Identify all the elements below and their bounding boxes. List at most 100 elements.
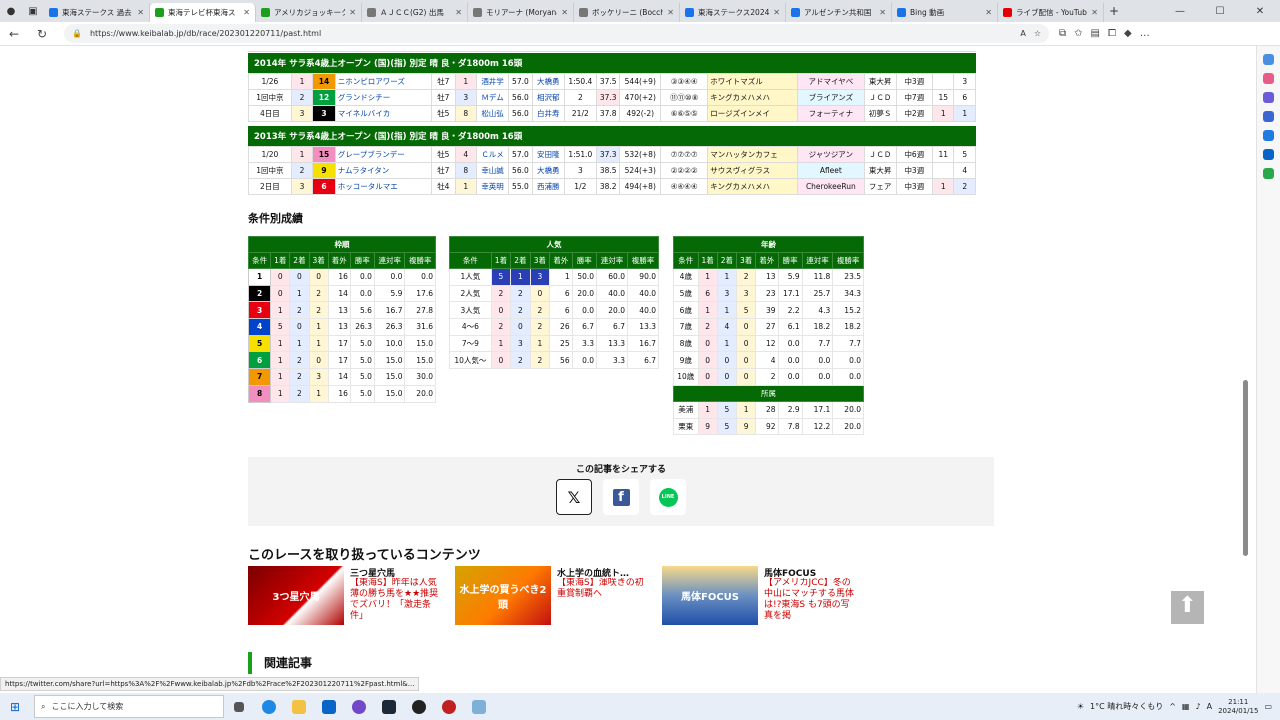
browser-tab[interactable]: ボッケリーニ (Bocche ✕ bbox=[574, 3, 680, 22]
stats-condition-cell: 2人気 bbox=[449, 284, 492, 303]
race-dam-sire-cell: ジャツジアン bbox=[797, 146, 865, 163]
stats-value-cell: 0.0 bbox=[801, 351, 834, 370]
new-tab-button[interactable]: + bbox=[1104, 4, 1124, 18]
stats-value-cell: 0.0 bbox=[404, 268, 436, 286]
extensions-icon[interactable]: ⧠ bbox=[1108, 28, 1116, 39]
sidebar-shopping-icon[interactable] bbox=[1263, 73, 1274, 84]
split-screen-icon[interactable]: ⧉ bbox=[1059, 28, 1066, 39]
minimize-icon[interactable]: — bbox=[1160, 6, 1200, 17]
tab-close-icon[interactable]: ✕ bbox=[667, 8, 674, 17]
task-view-icon[interactable] bbox=[224, 701, 254, 712]
mail-app-icon[interactable] bbox=[314, 699, 344, 714]
sidebar-office-icon[interactable] bbox=[1263, 130, 1274, 141]
race-r1-cell bbox=[932, 73, 955, 90]
sidebar-search-icon[interactable] bbox=[1263, 54, 1274, 65]
scroll-to-top-button[interactable]: ⬆ bbox=[1171, 591, 1204, 624]
refresh-icon[interactable]: ↻ bbox=[28, 27, 56, 41]
stats-value-cell: 15.0 bbox=[373, 351, 406, 370]
race-rank-cell: 3 bbox=[290, 105, 314, 122]
race-time-cell: 1/2 bbox=[563, 178, 597, 195]
tab-close-icon[interactable]: ✕ bbox=[879, 8, 886, 17]
windows-taskbar: ⊞ ⌕ ここに入力して検索 ☀ 1°C 晴れ時々くもり ^ ▦ ♪ A 21:1… bbox=[0, 693, 1280, 720]
stats-value-cell: 2 bbox=[736, 268, 757, 286]
stats-condition-cell: 7～9 bbox=[449, 334, 492, 353]
tab-close-icon[interactable]: ✕ bbox=[773, 8, 780, 17]
tab-close-icon[interactable]: ✕ bbox=[243, 8, 250, 17]
sidebar-drop-icon[interactable] bbox=[1263, 168, 1274, 179]
page-content: 2014年 サラ系4歳上オープン (国)(指) 別定 晴 良・ダ1800m 16… bbox=[0, 46, 1240, 693]
browser-tab[interactable]: ライブ配信 - YouTub ✕ bbox=[998, 3, 1104, 22]
maximize-icon[interactable]: ☐ bbox=[1200, 6, 1240, 17]
back-icon[interactable]: ← bbox=[0, 27, 28, 41]
explorer-app-icon[interactable] bbox=[284, 699, 314, 714]
stats-value-cell: 2 bbox=[289, 301, 310, 320]
taskbar-search[interactable]: ⌕ ここに入力して検索 bbox=[34, 695, 224, 718]
volume-icon[interactable]: ♪ bbox=[1195, 702, 1200, 711]
race-jockey-cell: 酒井学 bbox=[476, 73, 510, 90]
stats-column-label: 2着 bbox=[716, 252, 738, 269]
ime-icon[interactable]: A bbox=[1207, 702, 1212, 711]
line-share-button[interactable]: LINE bbox=[650, 479, 686, 515]
race-owner-cell: フェア bbox=[863, 178, 897, 195]
stats-condition-cell: 8歳 bbox=[673, 334, 699, 353]
network-icon[interactable]: ▦ bbox=[1182, 702, 1190, 711]
stats-value-cell: 2 bbox=[289, 368, 310, 386]
url-bar[interactable]: 🔒 https://www.keibalab.jp/db/race/202301… bbox=[64, 24, 1049, 43]
browser-tab[interactable]: 東海テレビ杯東海ス ✕ bbox=[150, 3, 256, 22]
browser-tab[interactable]: モリアーナ (Moryana ✕ bbox=[468, 3, 574, 22]
clock[interactable]: 21:11 2024/01/15 bbox=[1218, 698, 1258, 716]
horse-number-cell: 9 bbox=[312, 162, 336, 179]
sidebar-outlook-icon[interactable] bbox=[1263, 149, 1274, 160]
sidebar-tools-icon[interactable] bbox=[1263, 92, 1274, 103]
tab-close-icon[interactable]: ✕ bbox=[349, 8, 356, 17]
stats-value-cell: 1 bbox=[270, 384, 291, 403]
page-scrollbar[interactable] bbox=[1243, 380, 1248, 556]
stats-row: 7～9 1 3 1 25 3.3 13.3 16.7 bbox=[449, 334, 660, 353]
stats-value-cell: 56 bbox=[549, 351, 573, 370]
close-window-icon[interactable]: ✕ bbox=[1240, 6, 1280, 17]
more-menu-icon[interactable]: … bbox=[1140, 28, 1150, 39]
steam-app-icon[interactable] bbox=[374, 699, 404, 714]
tab-close-icon[interactable]: ✕ bbox=[985, 8, 992, 17]
read-aloud-icon[interactable]: A bbox=[1020, 29, 1025, 38]
x-share-button[interactable]: 𝕏 bbox=[556, 479, 592, 515]
stats-value-cell: 1 bbox=[270, 301, 291, 320]
windows-start-icon[interactable]: ⊞ bbox=[0, 700, 30, 714]
collections-icon[interactable]: ▤ bbox=[1091, 28, 1100, 39]
stats-condition-cell: 6 bbox=[247, 351, 272, 370]
stats-condition-cell: 2 bbox=[247, 284, 272, 303]
browser-tab[interactable]: Bing 動画 ✕ bbox=[892, 3, 998, 22]
browser-tab[interactable]: 東海ステークス2024 ✕ bbox=[680, 3, 786, 22]
tab-close-icon[interactable]: ✕ bbox=[561, 8, 568, 17]
horse-number: 14 bbox=[318, 76, 330, 86]
stats-value-cell: 23 bbox=[755, 284, 779, 303]
app-icon-6[interactable] bbox=[404, 699, 434, 714]
app-icon-8[interactable] bbox=[464, 699, 494, 714]
notification-icon[interactable]: ▭ bbox=[1264, 702, 1272, 711]
race-last-cell: 37.3 bbox=[595, 89, 621, 106]
copilot-icon[interactable]: ◆ bbox=[1124, 28, 1132, 39]
tab-actions-icon[interactable]: ▣ bbox=[22, 0, 44, 22]
app-icon-4[interactable] bbox=[344, 699, 374, 714]
horse-number-cell: 6 bbox=[312, 178, 336, 195]
browser-tab[interactable]: 東海ステークス 過去 ✕ bbox=[44, 3, 150, 22]
condition-section-title: 条件別成績 bbox=[248, 212, 303, 225]
stats-value-cell: 1 bbox=[308, 318, 329, 336]
facebook-share-button[interactable]: f bbox=[603, 479, 639, 515]
chrome-app-icon[interactable] bbox=[434, 699, 464, 714]
edge-app-icon[interactable] bbox=[254, 699, 284, 714]
browser-tab[interactable]: ＡＪＣＣ(G2) 出馬 ✕ bbox=[362, 3, 468, 22]
sidebar-games-icon[interactable] bbox=[1263, 111, 1274, 122]
tab-close-icon[interactable]: ✕ bbox=[1091, 8, 1098, 17]
browser-tab[interactable]: アルゼンチン共和国 ✕ bbox=[786, 3, 892, 22]
profile-icon[interactable]: ● bbox=[0, 0, 22, 22]
stats-value-cell: 6.7 bbox=[571, 318, 598, 336]
stats-row: 5歳 6 3 3 23 17.1 25.7 34.3 bbox=[673, 284, 864, 303]
favorites-list-icon[interactable]: ✩ bbox=[1074, 28, 1082, 39]
browser-tab[interactable]: アメリカジョッキーク ✕ bbox=[256, 3, 362, 22]
favorite-icon[interactable]: ☆ bbox=[1034, 29, 1041, 38]
tray-chevron-icon[interactable]: ^ bbox=[1169, 702, 1176, 711]
tab-close-icon[interactable]: ✕ bbox=[137, 8, 144, 17]
race-sex-cell: 牡7 bbox=[431, 73, 456, 90]
tab-close-icon[interactable]: ✕ bbox=[455, 8, 462, 17]
